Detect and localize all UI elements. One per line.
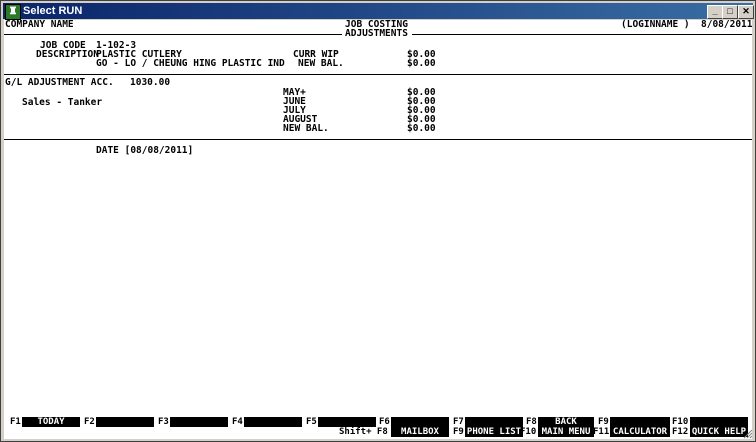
description-label: DESCRIPTION (36, 49, 99, 60)
fkey-f4-button[interactable] (244, 417, 302, 427)
fkey-f5-button[interactable] (318, 417, 376, 427)
description-line2: GO - LO / CHEUNG HING PLASTIC IND (96, 58, 285, 69)
date-field[interactable]: DATE [08/08/2011] (96, 146, 193, 156)
company-name: COMPANY NAME (5, 19, 74, 30)
fkey-f10-button[interactable] (690, 417, 748, 427)
gl-account-name: Sales - Tanker (22, 97, 103, 108)
fkey-f2-button[interactable] (96, 417, 154, 427)
fkey-label: F9 (598, 417, 609, 427)
fkey-label: F10 (520, 427, 537, 437)
minimize-icon[interactable]: _ (707, 5, 723, 19)
phone-list-button[interactable]: PHONE LIST (465, 427, 523, 437)
fkey-label: F8 (526, 417, 537, 427)
quick-help-button[interactable]: QUICK HELP (690, 427, 748, 437)
app-window: ♜ Select RUN _ □ ✕ COMPANY NAME JOB COST… (0, 0, 756, 442)
fkey-label: F2 (84, 417, 95, 427)
fkey-label: F11 (593, 427, 610, 437)
terminal-screen[interactable]: COMPANY NAME JOB COSTING (LOGINNAME ) 8/… (4, 20, 752, 439)
fkey-label: F7 (453, 417, 464, 427)
fkey-back-button[interactable]: BACK (538, 417, 594, 427)
divider (4, 139, 752, 140)
mailbox-button[interactable]: MAILBOX (391, 427, 449, 437)
login-name: (LOGINNAME ) (621, 19, 690, 30)
fkey-label: F10 (672, 417, 689, 427)
fkey-label: F4 (232, 417, 243, 427)
fkey-label: F3 (158, 417, 169, 427)
gl-row-label: NEW BAL. (283, 123, 329, 134)
gl-row-value: $0.00 (407, 123, 436, 134)
fkey-f3-button[interactable] (170, 417, 228, 427)
title-bar[interactable]: ♜ Select RUN _ □ ✕ (3, 3, 754, 20)
main-menu-button[interactable]: MAIN MENU (538, 427, 594, 437)
fkey-label: F5 (306, 417, 317, 427)
fkey-label: F9 (453, 427, 464, 437)
divider (4, 34, 342, 35)
divider (412, 34, 752, 35)
new-bal-value: $0.00 (407, 58, 436, 69)
resize-grip-icon[interactable] (743, 429, 753, 439)
fkey-label: F6 (379, 417, 390, 427)
fkey-today-button[interactable]: TODAY (22, 417, 80, 427)
divider (4, 74, 752, 75)
fkey-f7-button[interactable] (465, 417, 523, 427)
gl-account-value[interactable]: 1030.00 (130, 78, 170, 88)
function-key-bar: F1 TODAY F2 F3 F4 F5 F6 F7 F8 BACK F9 F1… (4, 415, 752, 439)
header-date: 8/08/2011 (701, 19, 753, 30)
fkey-label: F12 (672, 427, 689, 437)
fkey-f9-button[interactable] (610, 417, 670, 427)
gl-adjustment-label: G/L ADJUSTMENT ACC. (5, 77, 114, 88)
maximize-icon[interactable]: □ (722, 5, 738, 19)
calculator-button[interactable]: CALCULATOR (610, 427, 670, 437)
app-icon[interactable]: ♜ (5, 4, 21, 20)
close-icon[interactable]: ✕ (738, 5, 754, 19)
window-title: Select RUN (23, 5, 83, 17)
fkey-label: Shift+ F8 (339, 427, 388, 437)
fkey-label: F1 (10, 417, 21, 427)
screen-title: ADJUSTMENTS (345, 28, 408, 39)
new-bal-label: NEW BAL. (298, 58, 344, 69)
